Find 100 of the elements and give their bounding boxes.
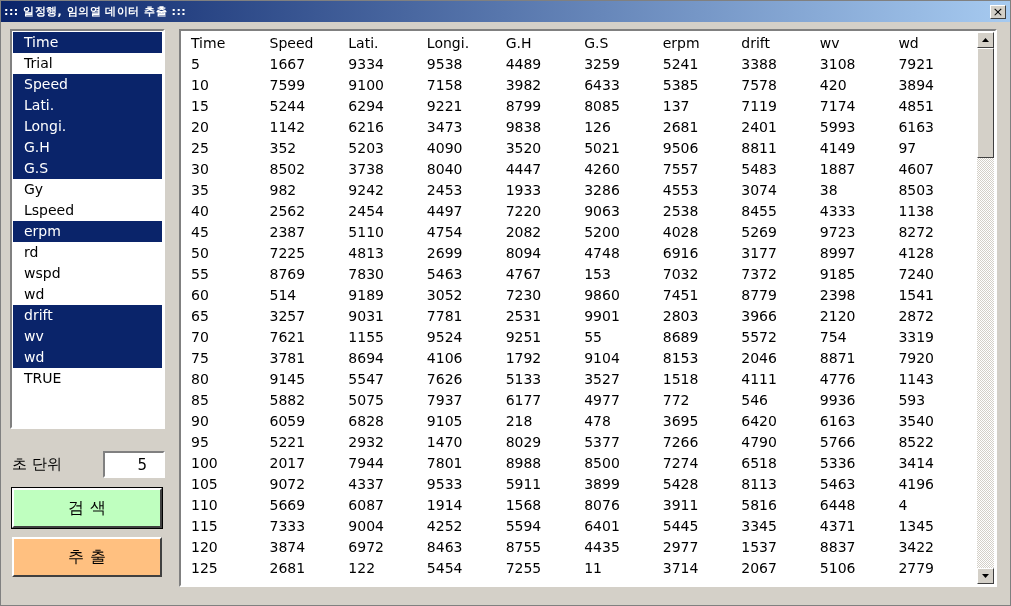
list-item[interactable]: Lspeed [13, 200, 162, 221]
table-cell: 115 [191, 515, 270, 536]
table-cell: 3966 [741, 305, 820, 326]
table-cell-text: 2538 [662, 201, 700, 221]
table-cell-text: 9723 [819, 222, 857, 242]
table-cell-text: 2562 [269, 201, 307, 221]
list-item[interactable]: wspd [13, 263, 162, 284]
list-item[interactable]: Trial [13, 53, 162, 74]
table-cell-text: 5 [191, 54, 201, 74]
table-cell-text: 754 [819, 327, 848, 347]
list-item[interactable]: rd [13, 242, 162, 263]
table-cell-text: 772 [662, 390, 691, 410]
list-item[interactable]: Lati. [13, 95, 162, 116]
table-cell: 478 [584, 410, 663, 431]
table-cell-text: 1568 [505, 495, 543, 515]
list-item[interactable]: wd [13, 347, 162, 368]
table-cell-text: 2387 [269, 222, 307, 242]
scroll-thumb[interactable] [977, 48, 994, 158]
table-cell: 9524 [426, 326, 506, 347]
table-cell-text: 7920 [898, 348, 936, 368]
table-cell: 8694 [348, 347, 427, 368]
table-cell-text: 2017 [269, 453, 307, 473]
table-cell-text: 8503 [898, 180, 936, 200]
table-cell-text: 3520 [505, 138, 543, 158]
table-cell: 2401 [741, 116, 820, 137]
list-item[interactable]: Gy [13, 179, 162, 200]
interval-input-field[interactable]: 5 [103, 451, 165, 478]
table-cell-text: 514 [269, 285, 298, 305]
table-cell-text: 5463 [819, 474, 857, 494]
table-cell-text: 137 [662, 96, 691, 116]
table-cell-text: 982 [269, 180, 298, 200]
table-cell: 7781 [426, 305, 506, 326]
table-cell: 126 [584, 116, 663, 137]
table-cell: 9063 [584, 200, 663, 221]
table-cell-text: 7557 [662, 159, 700, 179]
list-item[interactable]: G.H [13, 137, 162, 158]
table-cell: 5572 [741, 326, 820, 347]
table-cell: 5547 [348, 368, 427, 389]
table-cell: 6518 [741, 452, 820, 473]
table-cell-text: 6163 [819, 411, 857, 431]
table-cell-text: 8153 [662, 348, 700, 368]
table-cell-text: 5483 [741, 159, 778, 179]
scroll-down-button[interactable] [977, 568, 994, 584]
table-cell-text: 5221 [269, 432, 307, 452]
list-item[interactable]: wv [13, 326, 162, 347]
list-item[interactable]: erpm [13, 221, 162, 242]
table-cell: 25 [191, 137, 270, 158]
table-cell-text: 2872 [898, 306, 936, 326]
table-cell: 5203 [348, 137, 427, 158]
table-cell: 9031 [348, 305, 427, 326]
table-cell-text: 3894 [898, 75, 936, 95]
table-cell: 7158 [426, 74, 506, 95]
table-cell: 10 [191, 74, 270, 95]
table-cell: 60 [191, 284, 270, 305]
table-cell-text: 4028 [662, 222, 700, 242]
table-cell: 6294 [348, 95, 427, 116]
list-item[interactable]: Longi. [13, 116, 162, 137]
list-item[interactable]: G.S [13, 158, 162, 179]
table-cell-text: 4607 [898, 159, 936, 179]
table-cell: 4977 [584, 389, 663, 410]
table-cell: 4090 [426, 137, 506, 158]
table-cell: 3473 [426, 116, 506, 137]
table-cell: 4748 [584, 242, 663, 263]
table-cell-text: 2779 [898, 558, 936, 578]
table-cell-text: 5241 [662, 54, 700, 74]
vertical-scrollbar[interactable] [977, 32, 994, 584]
list-item[interactable]: Speed [13, 74, 162, 95]
interval-label: 초 단위 [12, 455, 62, 474]
table-cell-text: 8871 [819, 348, 857, 368]
table-cell-text: 1138 [898, 201, 936, 221]
table-cell: 80 [191, 368, 270, 389]
search-button[interactable]: 검 색 [12, 488, 162, 528]
table-cell-text: 3874 [269, 537, 307, 557]
table-cell: 8779 [741, 284, 820, 305]
table-cell-text: 5766 [819, 432, 857, 452]
table-cell-text: 3257 [269, 306, 307, 326]
table-cell-text: 3108 [819, 54, 857, 74]
table-cell: 85 [191, 389, 270, 410]
table-cell-text: 3781 [269, 348, 307, 368]
list-item[interactable]: TRUE [13, 368, 162, 389]
window-title: ::: 일정행, 임의열 데이터 추출 ::: [4, 4, 187, 19]
table-cell-text: 8272 [898, 222, 936, 242]
table-cell-text: 8522 [898, 432, 936, 452]
table-cell: 70 [191, 326, 270, 347]
table-cell: 9189 [348, 284, 427, 305]
close-button[interactable]: × [990, 4, 1006, 19]
list-item[interactable]: Time [13, 32, 162, 53]
extract-button[interactable]: 추 출 [12, 537, 162, 577]
table-cell: 2699 [426, 242, 506, 263]
table-cell-text: 4106 [426, 348, 464, 368]
list-item[interactable]: wd [13, 284, 162, 305]
table-cell-text: 9936 [819, 390, 857, 410]
table-cell: 4447 [505, 158, 585, 179]
table-cell: 9334 [348, 53, 427, 74]
table-cell: 8040 [426, 158, 506, 179]
table-cell-text: 4489 [505, 54, 543, 74]
table-cell: 55 [191, 263, 270, 284]
list-item[interactable]: drift [13, 305, 162, 326]
table-cell: 1518 [662, 368, 742, 389]
scroll-up-button[interactable] [977, 32, 994, 48]
